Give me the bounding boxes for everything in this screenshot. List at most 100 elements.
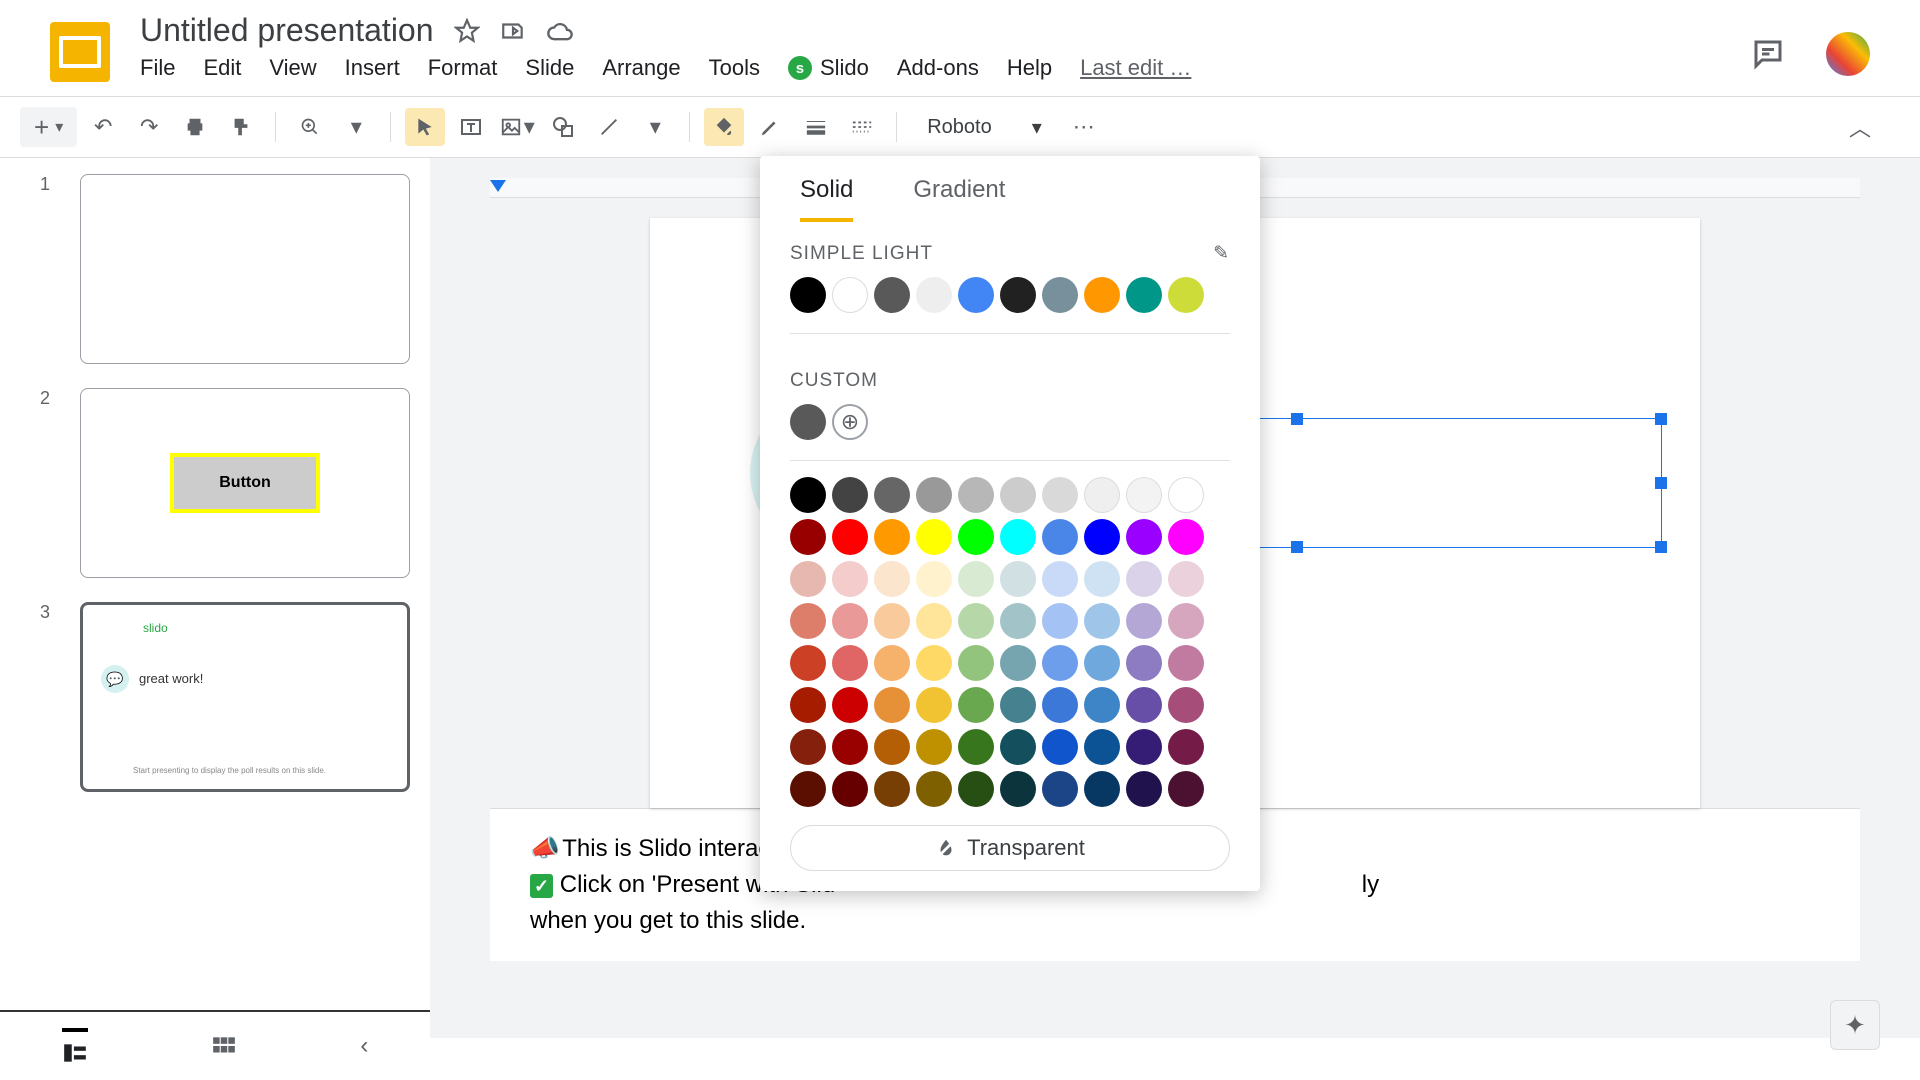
color-swatch[interactable]: [874, 645, 910, 681]
edit-theme-icon[interactable]: ✎: [1213, 242, 1230, 265]
color-swatch[interactable]: [874, 477, 910, 513]
zoom-dropdown[interactable]: ▾: [336, 108, 376, 146]
color-swatch[interactable]: [916, 729, 952, 765]
menu-tools[interactable]: Tools: [709, 55, 760, 81]
color-swatch[interactable]: [916, 477, 952, 513]
move-icon[interactable]: [500, 18, 526, 44]
new-slide-button[interactable]: +▾: [20, 107, 77, 147]
color-swatch[interactable]: [958, 771, 994, 807]
color-swatch[interactable]: [958, 519, 994, 555]
color-swatch[interactable]: [1126, 477, 1162, 513]
color-swatch[interactable]: [1042, 729, 1078, 765]
color-swatch[interactable]: [1000, 729, 1036, 765]
slide-thumb-3[interactable]: slido 💬 great work! Start presenting to …: [80, 602, 410, 792]
redo-button[interactable]: ↷: [129, 108, 169, 146]
color-swatch[interactable]: [1126, 729, 1162, 765]
tab-gradient[interactable]: Gradient: [913, 176, 1005, 222]
add-custom-color[interactable]: ⊕: [832, 404, 868, 440]
color-swatch[interactable]: [874, 687, 910, 723]
color-swatch[interactable]: [874, 277, 910, 313]
color-swatch[interactable]: [1000, 687, 1036, 723]
more-tools[interactable]: ⋯: [1064, 108, 1104, 146]
color-swatch[interactable]: [958, 687, 994, 723]
color-swatch[interactable]: [1168, 729, 1204, 765]
select-tool[interactable]: [405, 108, 445, 146]
color-swatch[interactable]: [1168, 603, 1204, 639]
color-swatch[interactable]: [1000, 771, 1036, 807]
menu-file[interactable]: File: [140, 55, 175, 81]
menu-addons[interactable]: Add-ons: [897, 55, 979, 81]
account-avatar[interactable]: [1826, 32, 1870, 76]
grid-view-button[interactable]: [211, 1035, 237, 1057]
color-swatch[interactable]: [1042, 477, 1078, 513]
color-swatch[interactable]: [1042, 771, 1078, 807]
border-dash-button[interactable]: [842, 108, 882, 146]
print-button[interactable]: [175, 108, 215, 146]
color-swatch[interactable]: [1042, 277, 1078, 313]
color-swatch[interactable]: [958, 645, 994, 681]
collapse-panel-button[interactable]: ‹: [360, 1032, 368, 1060]
color-swatch[interactable]: [1126, 687, 1162, 723]
color-swatch[interactable]: [1168, 519, 1204, 555]
color-swatch[interactable]: [874, 771, 910, 807]
last-edit-link[interactable]: Last edit …: [1080, 55, 1191, 81]
color-swatch[interactable]: [1168, 561, 1204, 597]
tab-solid[interactable]: Solid: [800, 176, 853, 222]
color-swatch[interactable]: [1084, 687, 1120, 723]
color-swatch[interactable]: [1126, 561, 1162, 597]
color-swatch[interactable]: [958, 603, 994, 639]
slide-thumb-2[interactable]: Button: [80, 388, 410, 578]
color-swatch[interactable]: [832, 519, 868, 555]
color-swatch[interactable]: [1000, 645, 1036, 681]
menu-slide[interactable]: Slide: [525, 55, 574, 81]
color-swatch[interactable]: [916, 687, 952, 723]
menu-view[interactable]: View: [269, 55, 316, 81]
border-weight-button[interactable]: [796, 108, 836, 146]
zoom-button[interactable]: [290, 108, 330, 146]
image-tool[interactable]: ▾: [497, 108, 537, 146]
color-swatch[interactable]: [832, 687, 868, 723]
color-swatch[interactable]: [1126, 603, 1162, 639]
doc-title[interactable]: Untitled presentation: [140, 12, 434, 49]
cloud-icon[interactable]: [546, 20, 574, 42]
menu-edit[interactable]: Edit: [203, 55, 241, 81]
color-swatch[interactable]: [916, 519, 952, 555]
border-color-button[interactable]: [750, 108, 790, 146]
color-swatch[interactable]: [790, 603, 826, 639]
color-swatch[interactable]: [874, 561, 910, 597]
fill-color-button[interactable]: [704, 108, 744, 146]
line-tool[interactable]: [589, 108, 629, 146]
color-swatch[interactable]: [874, 603, 910, 639]
color-swatch[interactable]: [832, 277, 868, 313]
color-swatch[interactable]: [1084, 729, 1120, 765]
color-swatch[interactable]: [1084, 561, 1120, 597]
color-swatch[interactable]: [832, 771, 868, 807]
color-swatch[interactable]: [874, 729, 910, 765]
collapse-toolbar[interactable]: ︿: [1840, 108, 1880, 146]
color-swatch[interactable]: [1000, 277, 1036, 313]
slides-logo[interactable]: [50, 22, 110, 82]
color-swatch[interactable]: [1084, 645, 1120, 681]
menu-format[interactable]: Format: [428, 55, 498, 81]
color-swatch[interactable]: [916, 771, 952, 807]
color-swatch[interactable]: [1042, 603, 1078, 639]
color-swatch[interactable]: [1084, 477, 1120, 513]
color-swatch[interactable]: [1042, 519, 1078, 555]
color-swatch[interactable]: [958, 729, 994, 765]
color-swatch[interactable]: [958, 477, 994, 513]
color-swatch[interactable]: [916, 277, 952, 313]
comments-icon[interactable]: [1750, 36, 1786, 72]
line-dropdown[interactable]: ▾: [635, 108, 675, 146]
color-swatch[interactable]: [1168, 687, 1204, 723]
color-swatch[interactable]: [1084, 771, 1120, 807]
color-swatch[interactable]: [790, 729, 826, 765]
color-swatch[interactable]: [832, 645, 868, 681]
font-selector[interactable]: Roboto▾: [911, 115, 1058, 140]
color-swatch[interactable]: [832, 603, 868, 639]
explore-button[interactable]: ✦: [1830, 1000, 1880, 1050]
color-swatch[interactable]: [1000, 561, 1036, 597]
color-swatch[interactable]: [958, 561, 994, 597]
color-swatch[interactable]: [790, 477, 826, 513]
color-swatch[interactable]: [1042, 645, 1078, 681]
undo-button[interactable]: ↶: [83, 108, 123, 146]
